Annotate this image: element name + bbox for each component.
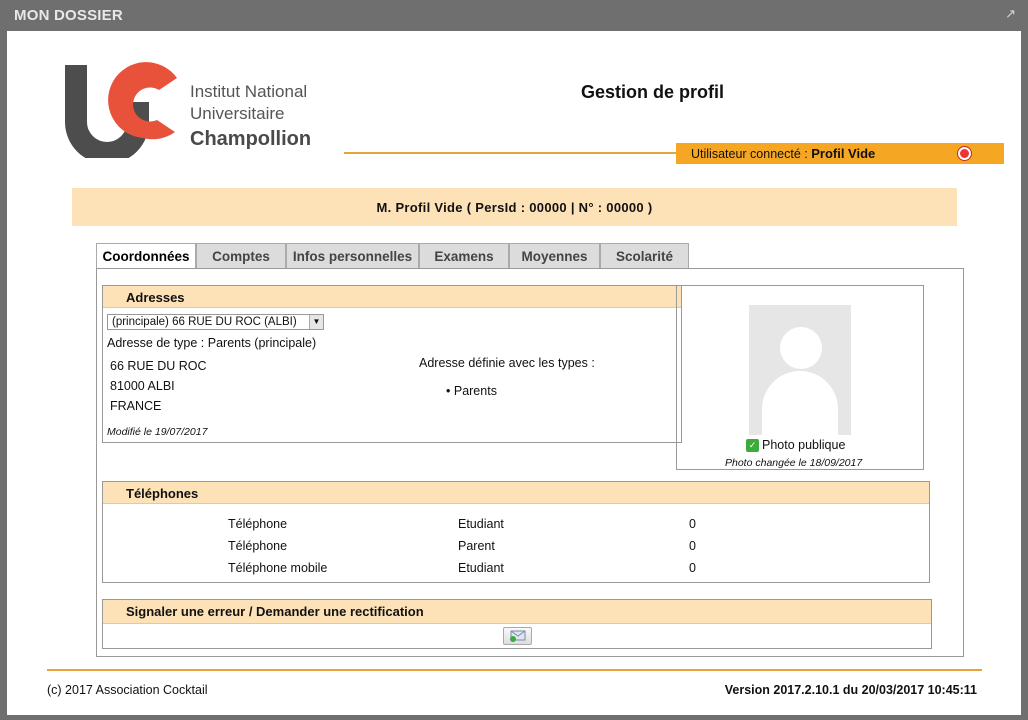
- student-banner: M. Profil Vide ( PersId : 00000 | N° : 0…: [72, 188, 957, 226]
- photo-public-text: Photo publique: [762, 438, 846, 452]
- photo-changed-date: Photo changée le 18/09/2017: [725, 457, 863, 469]
- public-photo-icon[interactable]: ✓: [746, 439, 759, 453]
- envelope-icon: [510, 630, 526, 642]
- header-divider: [344, 152, 677, 154]
- institution-name-line3: Champollion: [190, 128, 312, 150]
- phone-number: 0: [689, 561, 696, 575]
- window-title: MON DOSSIER: [14, 7, 123, 24]
- address-modified-date: Modifié le 19/07/2017: [107, 426, 208, 438]
- window-content: Institut National Universitaire Champoll…: [7, 31, 1021, 715]
- phone-owner: Etudiant: [458, 517, 504, 531]
- phone-type: Téléphone mobile: [228, 561, 328, 575]
- telephones-title: Téléphones: [103, 482, 929, 504]
- phone-type: Téléphone: [228, 517, 288, 531]
- connected-user-bar: Utilisateur connecté : Profil Vide: [676, 143, 1004, 164]
- tab-examens[interactable]: Examens: [419, 243, 509, 269]
- profile-photo-placeholder: [749, 305, 851, 435]
- phone-owner: Etudiant: [458, 561, 504, 575]
- footer-version: Version 2017.2.10.1 du 20/03/2017 10:45:…: [724, 683, 977, 697]
- logout-icon[interactable]: [958, 147, 971, 160]
- address-select[interactable]: (principale) 66 RUE DU ROC (ALBI) ▼: [107, 314, 324, 330]
- institution-name-line1: Institut National: [190, 82, 308, 101]
- tab-infos-personnelles[interactable]: Infos personnelles: [286, 243, 419, 269]
- footer-copyright: (c) 2017 Association Cocktail: [47, 683, 208, 697]
- tab-scolarite[interactable]: Scolarité: [600, 243, 689, 269]
- photo-section: ✓ Photo publique Photo changée le 18/09/2…: [676, 285, 924, 470]
- phone-type: Téléphone: [228, 539, 288, 553]
- connected-user-label: Utilisateur connecté :: [691, 147, 808, 161]
- chevron-down-icon: ▼: [309, 315, 323, 329]
- tab-comptes[interactable]: Comptes: [196, 243, 286, 269]
- institution-name: Institut National Universitaire Champoll…: [190, 81, 311, 153]
- connected-user-name: Profil Vide: [811, 146, 876, 161]
- tab-coordonnees[interactable]: Coordonnées: [96, 243, 196, 270]
- address-type-value: Parents: [453, 384, 497, 398]
- institution-name-line2: Universitaire: [190, 104, 285, 123]
- address-line-1: 66 RUE DU ROC: [110, 359, 207, 373]
- phone-number: 0: [689, 517, 696, 531]
- expand-arrow-icon[interactable]: ↗: [1005, 6, 1016, 22]
- window: MON DOSSIER ↗ Institut National Universi…: [0, 0, 1028, 720]
- coordonnees-panel: Adresses (principale) 66 RUE DU ROC (ALB…: [96, 268, 964, 657]
- address-types-label: Adresse définie avec les types :: [419, 356, 595, 370]
- photo-public-label: ✓ Photo publique: [746, 438, 846, 453]
- page-title: Gestion de profil: [581, 82, 725, 102]
- phone-number: 0: [689, 539, 696, 553]
- footer-divider: [47, 669, 982, 671]
- phone-owner: Parent: [458, 539, 495, 553]
- address-line-2: 81000 ALBI: [110, 379, 175, 393]
- adresses-title: Adresses: [103, 286, 681, 308]
- send-report-button[interactable]: [503, 627, 532, 645]
- address-type-item: • Parents: [446, 384, 497, 398]
- adresses-section: Adresses (principale) 66 RUE DU ROC (ALB…: [102, 285, 682, 443]
- signaler-title: Signaler une erreur / Demander une recti…: [103, 600, 931, 624]
- address-select-value: (principale) 66 RUE DU ROC (ALBI): [112, 316, 297, 328]
- tab-moyennes[interactable]: Moyennes: [509, 243, 600, 269]
- telephones-section: Téléphones Téléphone Etudiant 0 Téléphon…: [102, 481, 930, 583]
- address-line-3: FRANCE: [110, 399, 162, 413]
- address-type-line: Adresse de type : Parents (principale): [107, 336, 317, 350]
